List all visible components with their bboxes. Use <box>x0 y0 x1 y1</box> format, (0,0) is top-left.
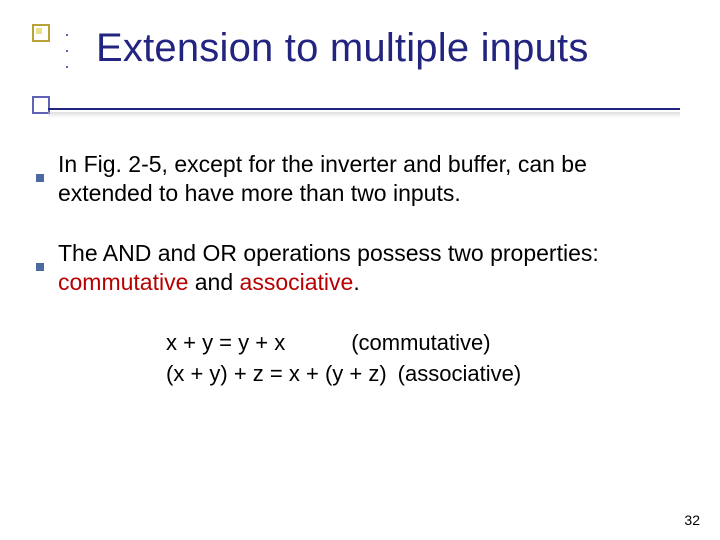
corner-ornament <box>32 24 60 116</box>
title-shadow <box>48 112 680 118</box>
equation-block: x + y = y + x (commutative) (x + y) + z … <box>166 328 680 390</box>
keyword-associative: associative <box>240 269 354 295</box>
slide-title: Extension to multiple inputs <box>96 26 680 70</box>
bullet-icon <box>36 239 58 278</box>
text-run: and <box>188 269 239 295</box>
ornament-dot <box>66 34 68 36</box>
keyword-commutative: commutative <box>58 269 188 295</box>
title-underline <box>48 108 680 110</box>
page-number: 32 <box>684 512 700 528</box>
bullet-item: In Fig. 2-5, except for the inverter and… <box>36 150 680 209</box>
ornament-dot <box>66 50 68 52</box>
slide-body: In Fig. 2-5, except for the inverter and… <box>36 150 680 389</box>
bullet-text: The AND and OR operations possess two pr… <box>58 239 680 298</box>
bullet-icon <box>36 150 58 189</box>
ornament-square-yellow <box>32 24 50 42</box>
ornament-dot <box>66 66 68 68</box>
bullet-item: The AND and OR operations possess two pr… <box>36 239 680 298</box>
equation-associative: (x + y) + z = x + (y + z) (associative) <box>166 359 680 390</box>
bullet-text: In Fig. 2-5, except for the inverter and… <box>58 150 680 209</box>
text-run: . <box>353 269 359 295</box>
equation-commutative: x + y = y + x (commutative) <box>166 328 680 359</box>
text-run: The AND and OR operations possess two pr… <box>58 240 599 266</box>
